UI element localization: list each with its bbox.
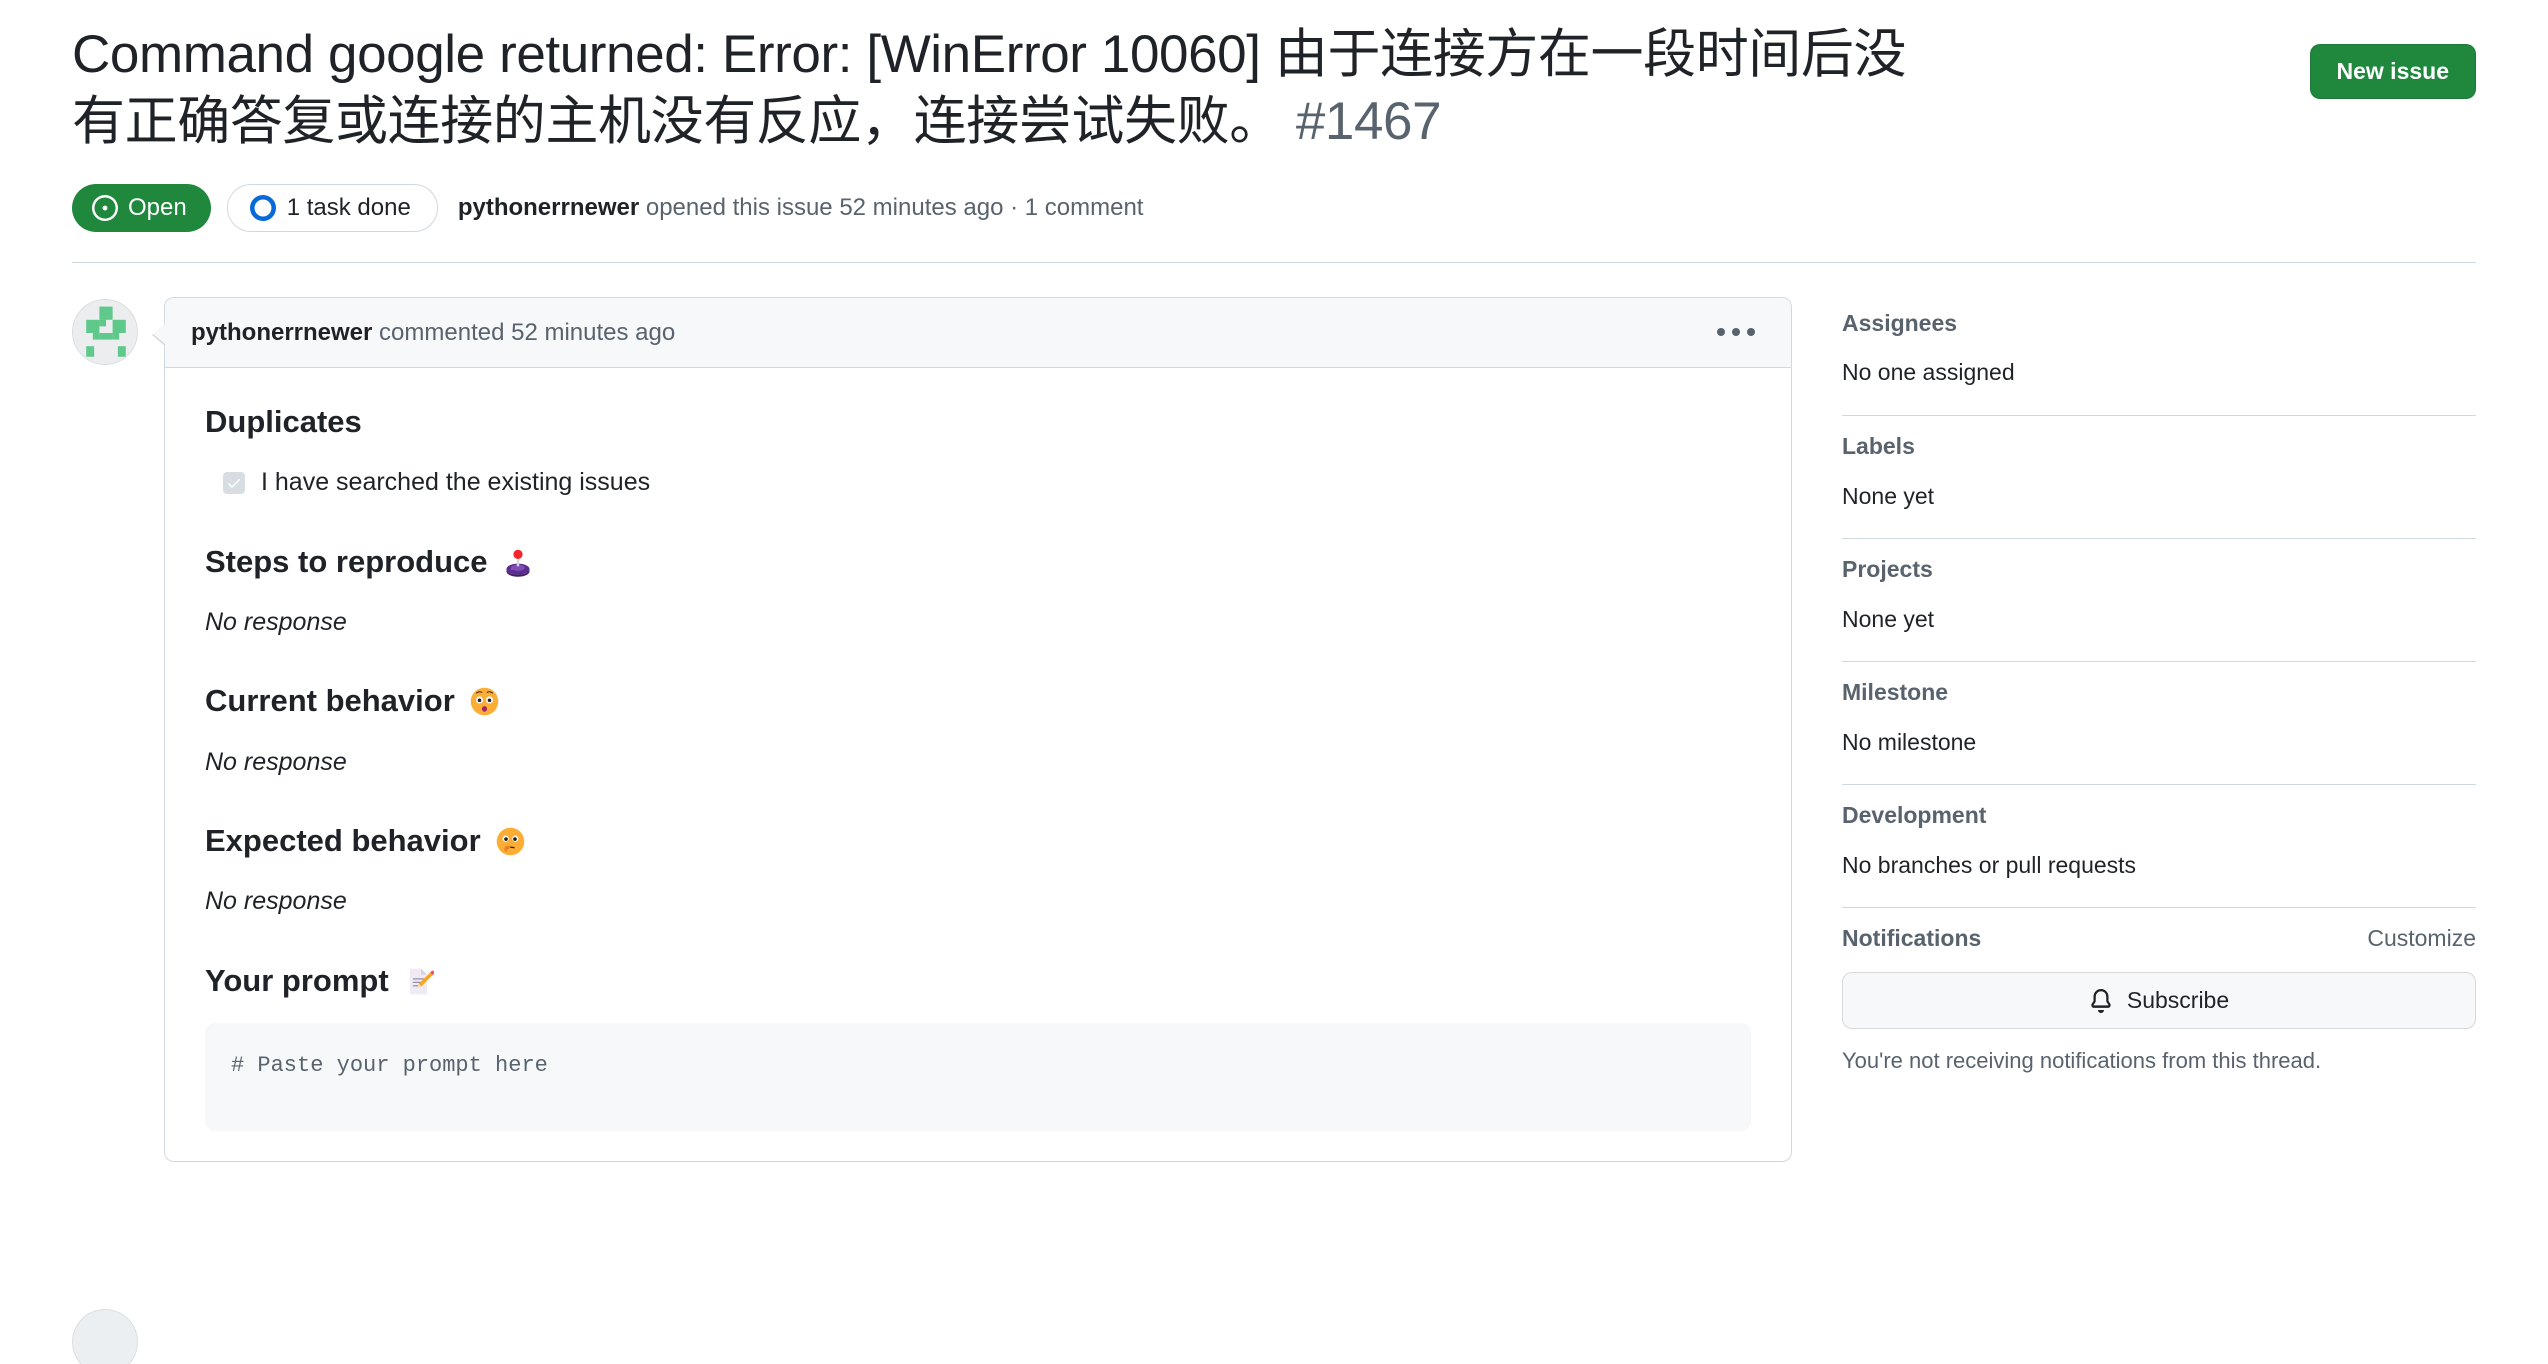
subscribe-button-label: Subscribe — [2126, 986, 2230, 1013]
issue-number: #1467 — [1295, 91, 1442, 151]
kebab-dot — [1747, 328, 1755, 337]
section-heading-your-prompt: Your prompt — [205, 961, 1751, 1001]
sidebar-heading-labels: Labels — [1842, 432, 1915, 459]
issue-meta-row: Open 1 task done pythonerrnewer opened t… — [72, 183, 2476, 263]
sidebar-item-projects[interactable]: Projects — [1842, 555, 2476, 585]
issue-title-line-2: 有正确答复或连接的主机没有反应，连接尝试失败。 — [72, 91, 1282, 151]
sidebar-item-assignees[interactable]: Assignees — [1842, 309, 2476, 339]
sidebar-heading-development: Development — [1842, 801, 1987, 828]
tasklist-circle-icon — [249, 194, 276, 221]
kebab-dot — [1732, 328, 1740, 337]
development-value: No branches or pull requests — [1842, 851, 2137, 878]
comment-box: pythonerrnewer commented 52 minutes ago … — [152, 296, 1792, 1163]
section-heading-current-behavior: Current behavior — [205, 681, 1751, 721]
avatar[interactable] — [72, 298, 138, 365]
subscribe-button[interactable]: Subscribe — [1842, 971, 2476, 1030]
sidebar-heading-notifications: Notifications — [1842, 924, 1982, 951]
section-heading-steps-to-reproduce: Steps to reproduce — [205, 542, 1751, 582]
joystick-emoji — [502, 546, 534, 578]
astonished-face-emoji — [469, 686, 500, 717]
section-heading-duplicates-label: Duplicates — [205, 403, 362, 439]
comment-timestamp: commented 52 minutes ago — [372, 318, 676, 346]
sidebar-heading-assignees: Assignees — [1842, 309, 1958, 336]
projects-value: None yet — [1842, 605, 1935, 632]
sidebar-section-assignees: Assignees No one assigned — [1842, 309, 2476, 416]
task-progress-label: 1 task done — [286, 193, 411, 221]
comment-header: pythonerrnewer commented 52 minutes ago — [165, 297, 1791, 368]
issue-comment: pythonerrnewer commented 52 minutes ago … — [72, 296, 1792, 1163]
list-item: I have searched the existing issues — [223, 464, 1751, 502]
prompt-code-text: # Paste your prompt here — [231, 1053, 548, 1079]
issue-timeline: pythonerrnewer commented 52 minutes ago … — [72, 296, 1792, 1364]
section-heading-expected-label: Expected behavior — [205, 823, 481, 859]
comment-body: Duplicates I have searched the existing … — [165, 368, 1791, 1161]
notifications-note: You're not receiving notifications from … — [1842, 1048, 2322, 1074]
comment-byline: pythonerrnewer commented 52 minutes ago — [191, 317, 675, 348]
current-behavior-value: No response — [205, 747, 347, 776]
sidebar-section-development: Development No branches or pull requests — [1842, 785, 2476, 908]
issue-sidebar: Assignees No one assigned Labels None ye… — [1842, 297, 2476, 1163]
comment-options-kebab-icon[interactable] — [1707, 320, 1765, 344]
sidebar-item-development[interactable]: Development — [1842, 801, 2476, 831]
sidebar-heading-milestone: Milestone — [1842, 678, 1949, 705]
sidebar-item-milestone[interactable]: Milestone — [1842, 678, 2476, 708]
notifications-header: Notifications Customize — [1842, 924, 2476, 954]
issue-opened-icon — [92, 194, 118, 221]
page-title: Command google returned: Error: [WinErro… — [72, 22, 1906, 156]
issue-page: Command google returned: Error: [WinErro… — [0, 0, 2548, 1364]
issue-author-link[interactable]: pythonerrnewer — [458, 194, 639, 221]
status-badge-label: Open — [128, 193, 187, 221]
expected-behavior-value: No response — [205, 887, 347, 916]
next-comment-avatar[interactable] — [72, 1308, 138, 1364]
new-issue-button[interactable]: New issue — [2309, 44, 2476, 100]
title-row: Command google returned: Error: [WinErro… — [72, 22, 2476, 156]
steps-to-reproduce-value: No response — [205, 607, 347, 636]
section-heading-prompt-label: Your prompt — [205, 962, 389, 998]
assignees-value: No one assigned — [1842, 359, 2015, 386]
sidebar-heading-projects: Projects — [1842, 555, 1933, 582]
sidebar-section-projects: Projects None yet — [1842, 539, 2476, 662]
comment-author-link[interactable]: pythonerrnewer — [191, 319, 372, 346]
memo-emoji — [403, 966, 434, 997]
status-badge-open[interactable]: Open — [72, 183, 211, 232]
sidebar-section-labels: Labels None yet — [1842, 416, 2476, 539]
issue-byline-rest: opened this issue 52 minutes ago · 1 com… — [639, 193, 1144, 221]
issue-title-line-1: Command google returned: Error: [WinErro… — [72, 25, 1907, 84]
kebab-dot — [1717, 328, 1725, 337]
thinking-face-emoji — [495, 826, 526, 857]
task-progress-badge[interactable]: 1 task done — [226, 183, 438, 232]
section-heading-steps-label: Steps to reproduce — [205, 543, 488, 579]
labels-value: None yet — [1842, 482, 1935, 509]
sidebar-section-notifications: Notifications Customize Subscribe You're… — [1842, 908, 2476, 1103]
section-heading-current-label: Current behavior — [205, 683, 455, 719]
duplicates-task-list: I have searched the existing issues — [205, 464, 1751, 502]
section-heading-expected-behavior: Expected behavior — [205, 821, 1751, 861]
issue-header: Command google returned: Error: [WinErro… — [72, 0, 2476, 263]
milestone-value: No milestone — [1842, 728, 1977, 755]
customize-notifications-link[interactable]: Customize — [2367, 924, 2476, 954]
issue-byline: pythonerrnewer opened this issue 52 minu… — [458, 192, 1144, 223]
checkbox-checked-icon — [223, 471, 245, 494]
task-label: I have searched the existing issues — [261, 468, 651, 497]
content-row: pythonerrnewer commented 52 minutes ago … — [72, 263, 2476, 1364]
section-heading-duplicates: Duplicates — [205, 402, 1751, 442]
sidebar-section-milestone: Milestone No milestone — [1842, 662, 2476, 785]
prompt-code-block: # Paste your prompt here — [205, 1023, 1751, 1132]
sidebar-item-labels[interactable]: Labels — [1842, 432, 2476, 462]
bell-icon — [2089, 988, 2113, 1013]
